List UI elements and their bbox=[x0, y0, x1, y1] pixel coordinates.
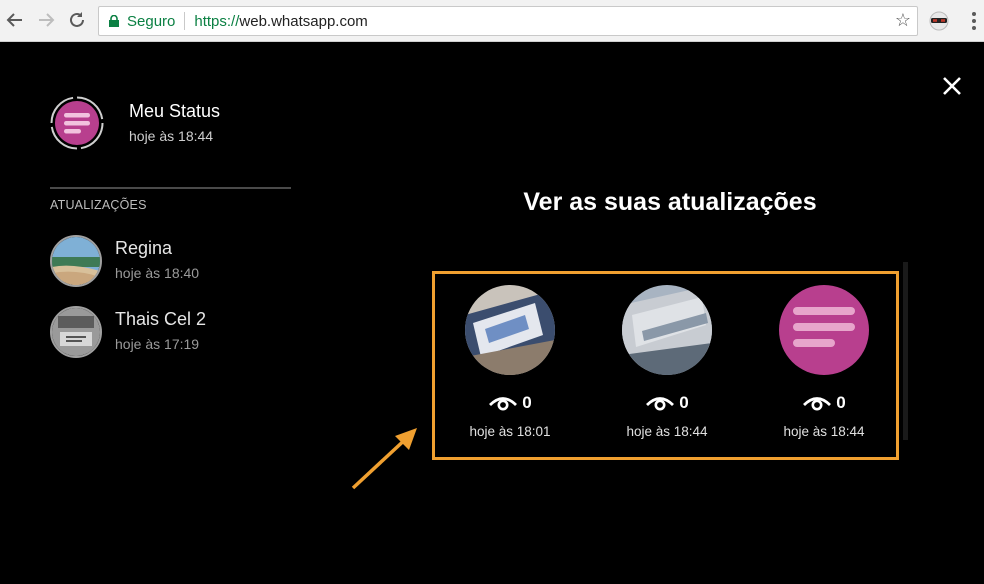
updates-section-label: ATUALIZAÇÕES bbox=[50, 198, 147, 212]
menu-icon[interactable] bbox=[966, 10, 982, 32]
view-count-number: 0 bbox=[836, 393, 846, 412]
arrow-annotation bbox=[351, 428, 417, 490]
status-thumbnail[interactable] bbox=[622, 285, 712, 375]
scrollbar[interactable] bbox=[903, 262, 908, 440]
contact-item-regina[interactable]: Regina hoje às 18:40 bbox=[50, 235, 310, 289]
contact-time: hoje às 17:19 bbox=[115, 336, 200, 352]
contact-item-thais[interactable]: Thais Cel 2 hoje às 17:19 bbox=[50, 306, 310, 360]
secure-label: Seguro bbox=[127, 12, 176, 30]
status-time: hoje às 18:44 bbox=[626, 424, 708, 439]
my-status-avatar[interactable] bbox=[50, 96, 104, 150]
status-page: Meu Status hoje às 18:44 ATUALIZAÇÕES Re… bbox=[0, 42, 984, 584]
contact-avatar bbox=[50, 306, 102, 358]
contact-name: Thais Cel 2 bbox=[115, 309, 207, 329]
close-icon[interactable] bbox=[940, 74, 964, 98]
eye-icon bbox=[646, 397, 675, 411]
url-text[interactable]: https://web.whatsapp.com bbox=[194, 13, 367, 30]
browser-toolbar: Seguro https://web.whatsapp.com ☆ bbox=[0, 0, 984, 42]
back-icon[interactable] bbox=[4, 9, 26, 31]
my-status-time: hoje às 18:44 bbox=[129, 128, 214, 144]
divider bbox=[50, 187, 291, 189]
lock-icon bbox=[109, 15, 119, 27]
status-time: hoje às 18:44 bbox=[783, 424, 865, 439]
viewer-heading: Ver as suas atualizações bbox=[523, 188, 817, 216]
view-count-number: 0 bbox=[522, 393, 532, 412]
status-thumbnail[interactable] bbox=[779, 285, 869, 375]
extension-icon[interactable] bbox=[928, 10, 950, 32]
view-count: 0 bbox=[435, 393, 585, 413]
forward-icon[interactable] bbox=[35, 9, 57, 31]
view-count: 0 bbox=[592, 393, 742, 413]
status-thumbnail[interactable] bbox=[465, 285, 555, 375]
omnibox-separator bbox=[184, 12, 186, 30]
contact-time: hoje às 18:40 bbox=[115, 265, 200, 281]
contact-name: Regina bbox=[115, 238, 173, 258]
address-bar[interactable]: Seguro https://web.whatsapp.com ☆ bbox=[98, 6, 918, 36]
eye-icon bbox=[489, 397, 518, 411]
view-count-number: 0 bbox=[679, 393, 689, 412]
view-count: 0 bbox=[749, 393, 899, 413]
reload-icon[interactable] bbox=[66, 9, 88, 31]
contact-avatar bbox=[50, 235, 102, 287]
eye-icon bbox=[803, 397, 832, 411]
status-time: hoje às 18:01 bbox=[469, 424, 551, 439]
my-status-name[interactable]: Meu Status bbox=[129, 101, 220, 122]
star-icon[interactable]: ☆ bbox=[895, 10, 911, 31]
